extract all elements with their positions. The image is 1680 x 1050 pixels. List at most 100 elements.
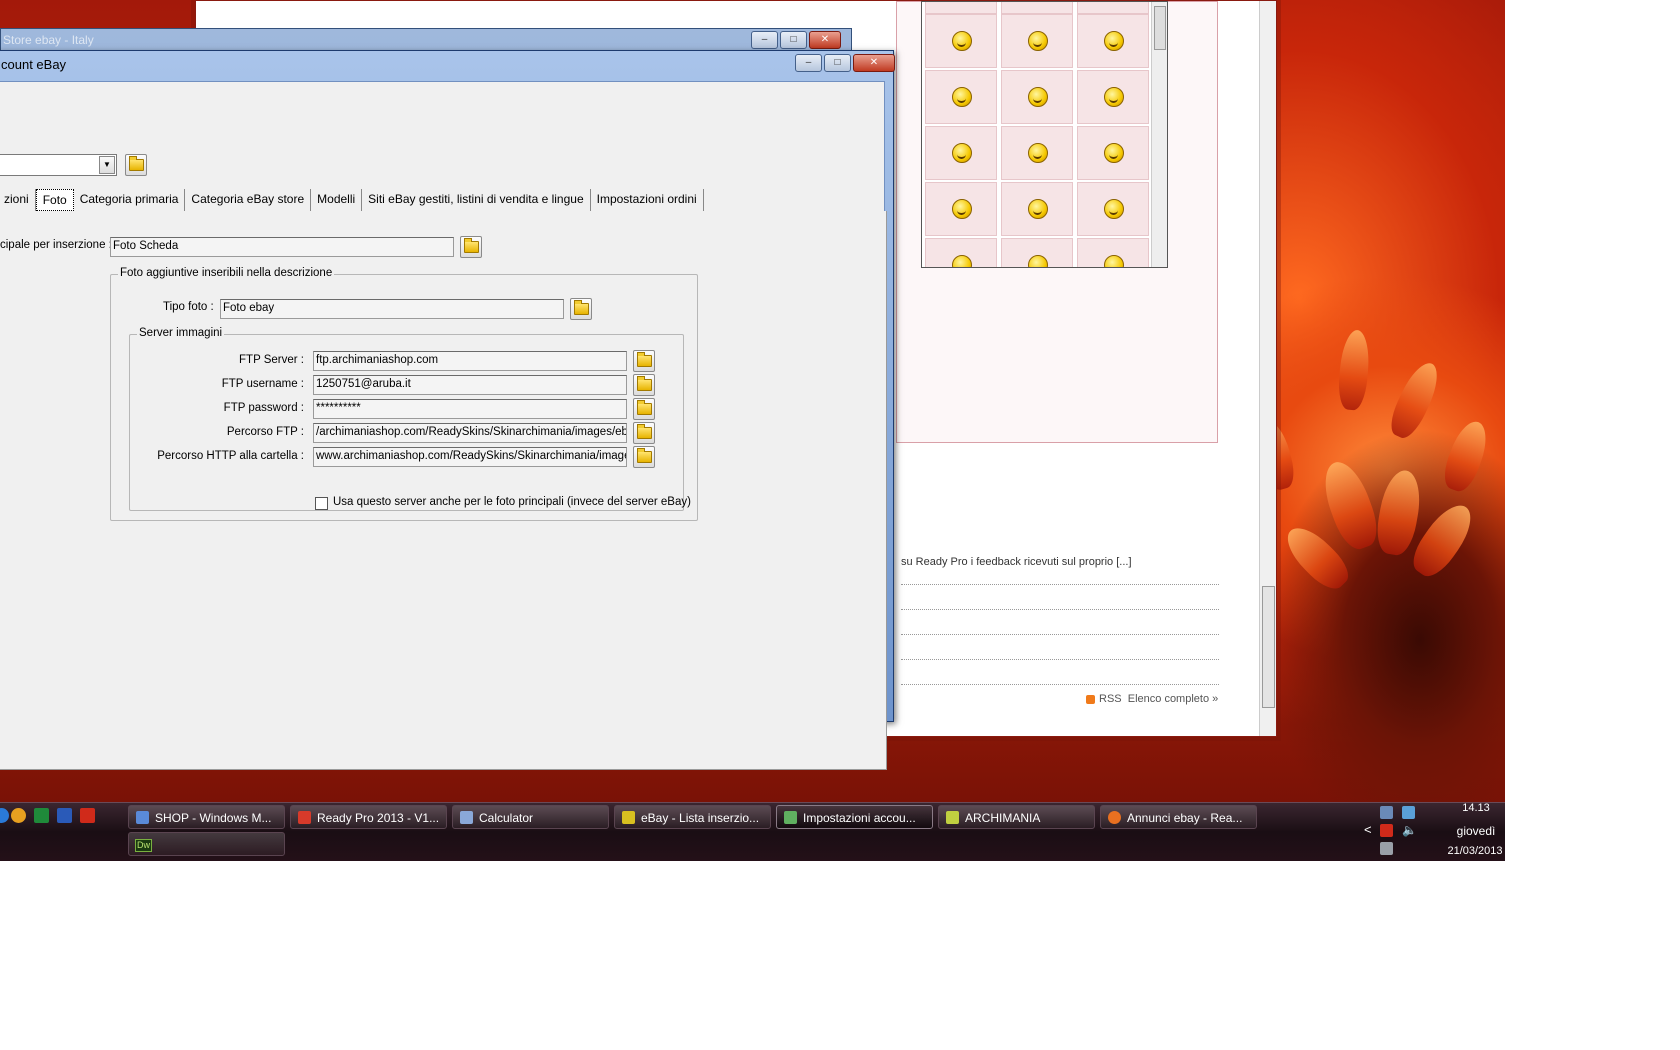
extra-photos-group: Foto aggiuntive inseribili nella descriz… <box>110 267 698 521</box>
taskbar-item-label: Annunci ebay - Rea... <box>1127 811 1243 825</box>
emoticon-cell[interactable] <box>1001 126 1073 180</box>
image-server-group: Server immagini FTP Server : ftp.archima… <box>129 327 691 511</box>
dreamweaver-icon: Dw <box>135 839 152 853</box>
close-button[interactable]: ✕ <box>809 31 841 49</box>
scrollbar-thumb[interactable] <box>1262 586 1275 708</box>
clock-day[interactable]: giovedì <box>1436 824 1516 838</box>
rss-link[interactable]: RSS <box>1099 693 1122 705</box>
wallpaper-petal <box>1438 416 1494 496</box>
ftp-username-browse-button[interactable] <box>633 374 655 396</box>
emoticon-picker[interactable] <box>921 1 1168 268</box>
maximize-button[interactable]: □ <box>780 31 807 49</box>
emoticon-cell[interactable] <box>925 14 997 68</box>
confused-smiley-icon <box>1104 87 1124 107</box>
tab-categoria-ebay-store[interactable]: Categoria eBay store <box>185 189 312 211</box>
minimize-button[interactable]: – <box>751 31 778 49</box>
emoticon-cell[interactable] <box>1077 238 1149 267</box>
http-path-field[interactable]: www.archimaniashop.com/ReadySkins/Skinar… <box>313 447 627 467</box>
taskbar-item-dreamweaver[interactable]: Dw <box>128 832 285 856</box>
clock-date[interactable]: 21/03/2013 <box>1425 845 1525 857</box>
network-tray-icon[interactable] <box>1380 806 1393 819</box>
tab-descrizioni[interactable]: zioni <box>0 189 36 211</box>
main-photo-browse-button[interactable] <box>460 236 482 258</box>
ftp-password-field[interactable]: ********** <box>313 399 627 419</box>
volume-icon[interactable]: 🔈 <box>1402 824 1417 837</box>
photo-type-browse-button[interactable] <box>570 298 592 320</box>
ftp-username-field[interactable]: 1250751@aruba.it <box>313 375 627 395</box>
emoticon-cell[interactable] <box>1001 182 1073 236</box>
taskbar-item-calculator[interactable]: Calculator <box>452 805 609 829</box>
caption-buttons: – □ ✕ <box>795 54 895 72</box>
tab-siti-ebay[interactable]: Siti eBay gestiti, listini di vendita e … <box>362 189 591 211</box>
emoticon-scrollbar[interactable] <box>1151 2 1167 267</box>
excel-quicklaunch-icon[interactable] <box>34 808 49 823</box>
emoticon-cell[interactable] <box>925 238 997 267</box>
ftp-username-label: FTP username : <box>221 378 304 390</box>
tab-modelli[interactable]: Modelli <box>311 189 363 211</box>
taskbar-item-archimania[interactable]: ARCHIMANIA <box>938 805 1095 829</box>
emoticon-cell[interactable] <box>1077 14 1149 68</box>
photo-type-field[interactable]: Foto ebay <box>220 299 564 319</box>
account-combobox[interactable]: ▼ <box>0 154 117 176</box>
full-list-link[interactable]: Elenco completo » <box>1128 693 1219 705</box>
tab-impostazioni-ordini[interactable]: Impostazioni ordini <box>591 189 704 211</box>
http-path-browse-button[interactable] <box>633 446 655 468</box>
taskbar-item-label: Calculator <box>479 811 534 825</box>
wallpaper-petal <box>1384 357 1446 443</box>
emoticon-cell[interactable] <box>1001 238 1073 267</box>
use-server-for-main-photos-checkbox[interactable] <box>315 497 328 510</box>
emoticon-cell[interactable] <box>1001 70 1073 124</box>
cool-smiley-icon <box>1028 199 1048 219</box>
account-browse-button[interactable] <box>125 154 147 176</box>
wink-smiley-icon <box>1028 143 1048 163</box>
ftp-path-browse-button[interactable] <box>633 422 655 444</box>
chevron-down-icon[interactable]: ▼ <box>99 156 115 174</box>
angry-smiley-icon <box>1104 255 1124 267</box>
tab-foto[interactable]: Foto <box>35 189 74 211</box>
emoticon-cell[interactable] <box>1077 182 1149 236</box>
acrobat-quicklaunch-icon[interactable] <box>80 808 95 823</box>
emoticon-cell[interactable] <box>1077 70 1149 124</box>
emoticon-cell[interactable] <box>925 126 997 180</box>
main-photo-field[interactable]: Foto Scheda <box>110 237 454 257</box>
taskbar-item-impostazioni[interactable]: Impostazioni accou... <box>776 805 933 829</box>
word-quicklaunch-icon[interactable] <box>57 808 72 823</box>
chrome-quicklaunch-icon[interactable] <box>11 808 26 823</box>
browser-scrollbar[interactable] <box>1259 1 1276 736</box>
use-server-checkbox-label[interactable]: Usa questo server anche per le foto prin… <box>333 496 691 508</box>
tray-expand-chevron[interactable]: < <box>1364 822 1372 837</box>
sleepy-smiley-icon <box>1028 255 1048 267</box>
emoticon-cell[interactable] <box>1077 126 1149 180</box>
minimize-button[interactable]: – <box>795 54 822 72</box>
taskbar-item-annunci-ebay[interactable]: Annunci ebay - Rea... <box>1100 805 1257 829</box>
close-button[interactable]: ✕ <box>853 54 895 72</box>
folder-icon <box>637 376 652 391</box>
ftp-password-browse-button[interactable] <box>633 398 655 420</box>
divider <box>901 584 1219 585</box>
ftp-server-browse-button[interactable] <box>633 350 655 372</box>
scrollbar-thumb[interactable] <box>1154 6 1166 50</box>
display-tray-icon[interactable] <box>1402 806 1415 819</box>
taskbar-item-shop-mail[interactable]: SHOP - Windows M... <box>128 805 285 829</box>
ftp-server-field[interactable]: ftp.archimaniashop.com <box>313 351 627 371</box>
emoticon-cell[interactable] <box>1077 2 1149 14</box>
emoticon-cell[interactable] <box>925 182 997 236</box>
ftp-path-field[interactable]: /archimaniashop.com/ReadySkins/Skinarchi… <box>313 423 627 443</box>
feed-snippet[interactable]: su Ready Pro i feedback ricevuti sul pro… <box>901 556 1132 568</box>
ebay-account-settings-dialog[interactable]: count eBay – □ ✕ ▼ zioni Foto Categoria … <box>0 50 895 770</box>
wallpaper-petal <box>1336 328 1372 412</box>
group-title: Foto aggiuntive inseribili nella descriz… <box>118 267 335 279</box>
taskbar-item-ebay-lista[interactable]: eBay - Lista inserzio... <box>614 805 771 829</box>
emoticon-cell[interactable] <box>925 70 997 124</box>
emoticon-cell[interactable] <box>1001 14 1073 68</box>
clock-time[interactable]: 14.13 <box>1446 802 1506 814</box>
taskbar-item-ready-pro[interactable]: Ready Pro 2013 - V1... <box>290 805 447 829</box>
update-tray-icon[interactable] <box>1380 842 1393 855</box>
rss-footer: RSS Elenco completo » <box>1086 693 1218 705</box>
acrobat-tray-icon[interactable] <box>1380 824 1393 837</box>
emoticon-cell[interactable] <box>925 2 997 14</box>
tab-categoria-primaria[interactable]: Categoria primaria <box>74 189 186 211</box>
maximize-button[interactable]: □ <box>824 54 851 72</box>
emoticon-cell[interactable] <box>1001 2 1073 14</box>
folder-icon <box>574 300 589 315</box>
